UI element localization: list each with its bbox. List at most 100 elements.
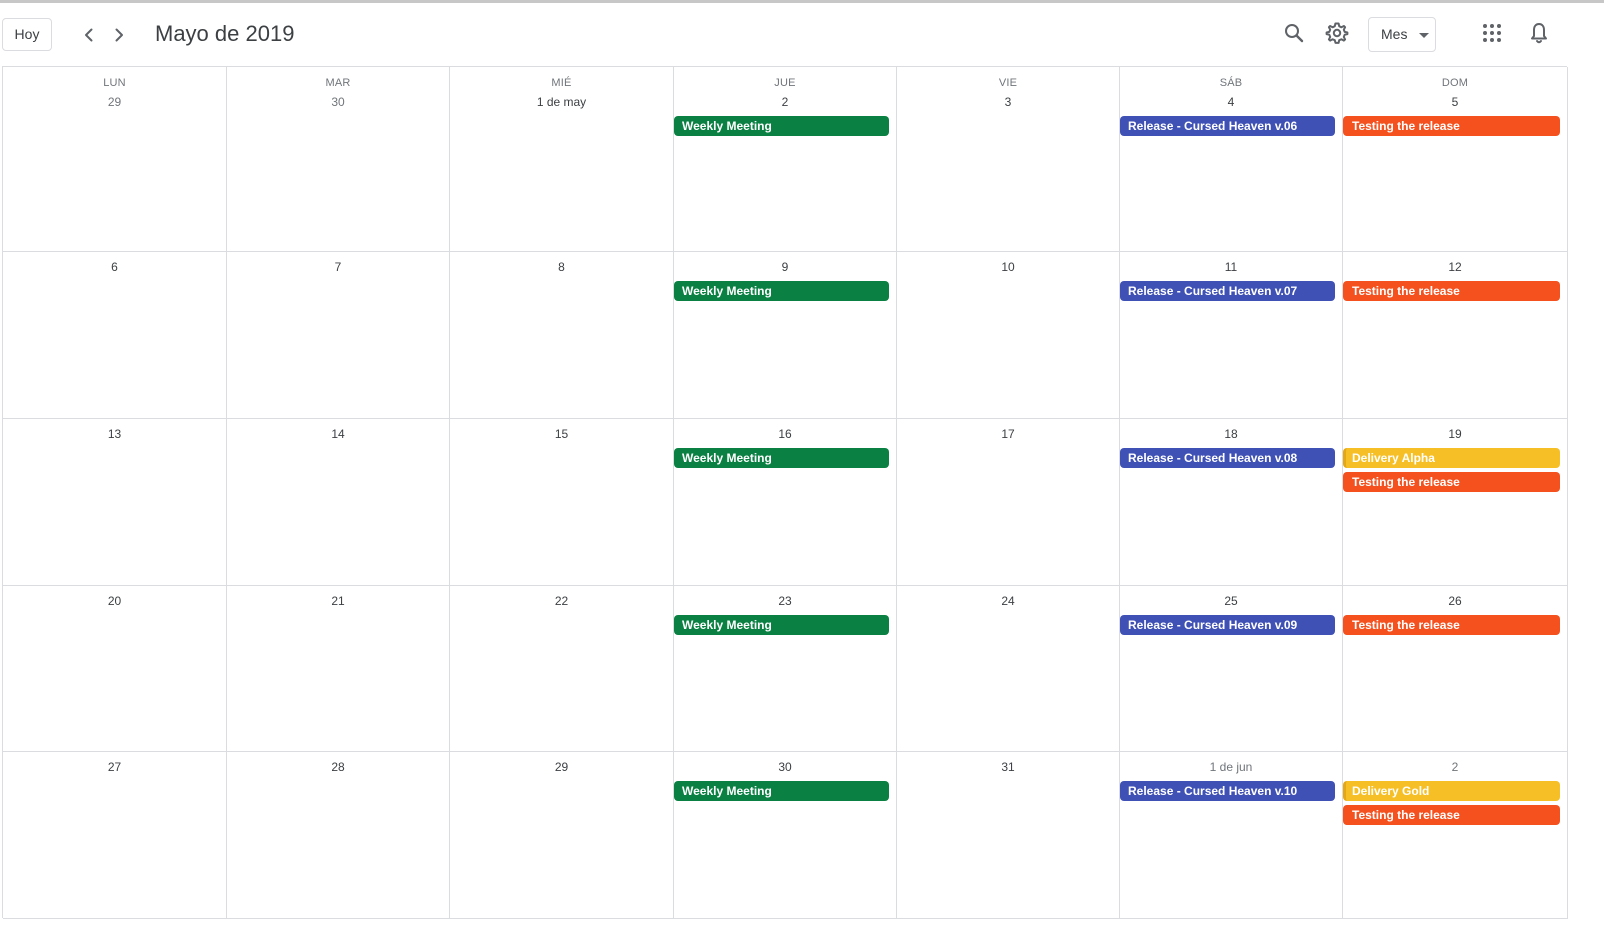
day-cell[interactable]: 22 xyxy=(450,586,674,752)
day-cell[interactable]: 14 xyxy=(227,419,450,586)
day-cell[interactable]: 26 Testing the release xyxy=(1343,586,1568,752)
calendar-event[interactable]: Weekly Meeting xyxy=(674,615,889,635)
day-number[interactable]: 23 xyxy=(674,594,896,608)
day-cell[interactable]: 28 xyxy=(227,752,450,919)
day-number[interactable]: 13 xyxy=(3,427,226,441)
calendar-event[interactable]: Testing the release xyxy=(1343,805,1560,825)
day-number[interactable]: 22 xyxy=(450,594,673,608)
day-number[interactable]: 1 de jun xyxy=(1120,760,1342,774)
day-number[interactable]: 30 xyxy=(674,760,896,774)
day-cell[interactable]: VIE 3 xyxy=(897,67,1120,252)
search-button[interactable] xyxy=(1282,21,1306,45)
day-number[interactable]: 19 xyxy=(1343,427,1567,441)
apps-button[interactable] xyxy=(1480,21,1504,45)
day-cell[interactable]: MIÉ 1 de may xyxy=(450,67,674,252)
day-cell[interactable]: 10 xyxy=(897,252,1120,419)
calendar-event[interactable]: Release - Cursed Heaven v.08 xyxy=(1120,448,1335,468)
day-number[interactable]: 20 xyxy=(3,594,226,608)
day-cell[interactable]: 24 xyxy=(897,586,1120,752)
day-number[interactable]: 14 xyxy=(227,427,449,441)
day-number[interactable]: 7 xyxy=(227,260,449,274)
weekday-header: MAR xyxy=(325,77,351,89)
calendar-event[interactable]: Delivery Alpha xyxy=(1343,448,1560,468)
day-number[interactable]: 29 xyxy=(3,95,226,109)
day-number[interactable]: 3 xyxy=(897,95,1119,109)
day-number[interactable]: 28 xyxy=(227,760,449,774)
day-cell[interactable]: 30 Weekly Meeting xyxy=(674,752,897,919)
day-cell[interactable]: 9 Weekly Meeting xyxy=(674,252,897,419)
day-cell[interactable]: MAR 30 xyxy=(227,67,450,252)
day-cell[interactable]: 23 Weekly Meeting xyxy=(674,586,897,752)
day-number[interactable]: 24 xyxy=(897,594,1119,608)
day-cell[interactable]: 2 Delivery Gold Testing the release xyxy=(1343,752,1568,919)
day-number[interactable]: 21 xyxy=(227,594,449,608)
calendar-event[interactable]: Delivery Gold xyxy=(1343,781,1560,801)
day-cell[interactable]: 20 xyxy=(3,586,227,752)
calendar-event[interactable]: Weekly Meeting xyxy=(674,448,889,468)
day-cell[interactable]: 12 Testing the release xyxy=(1343,252,1568,419)
day-cell[interactable]: 31 xyxy=(897,752,1120,919)
day-cell[interactable]: JUE 2 Weekly Meeting xyxy=(674,67,897,252)
day-cell[interactable]: 17 xyxy=(897,419,1120,586)
day-cell[interactable]: 13 xyxy=(3,419,227,586)
calendar-event[interactable]: Weekly Meeting xyxy=(674,781,889,801)
chevron-left-icon xyxy=(85,28,93,42)
view-selector[interactable]: Mes xyxy=(1368,17,1436,52)
day-cell[interactable]: 1 de jun Release - Cursed Heaven v.10 xyxy=(1120,752,1343,919)
day-cell[interactable]: 7 xyxy=(227,252,450,419)
day-cell[interactable]: 15 xyxy=(450,419,674,586)
week-row: 27 28 29 30 Weekly Meeting 31 1 de jun Release … xyxy=(3,752,1568,919)
calendar-event[interactable]: Testing the release xyxy=(1343,116,1560,136)
day-cell[interactable]: 16 Weekly Meeting xyxy=(674,419,897,586)
day-number[interactable]: 10 xyxy=(897,260,1119,274)
calendar-event[interactable]: Weekly Meeting xyxy=(674,116,889,136)
day-number[interactable]: 25 xyxy=(1120,594,1342,608)
day-number[interactable]: 11 xyxy=(1120,260,1342,274)
day-cell[interactable]: 19 Delivery Alpha Testing the release xyxy=(1343,419,1568,586)
day-cell[interactable]: DOM 5 Testing the release xyxy=(1343,67,1568,252)
day-number[interactable]: 27 xyxy=(3,760,226,774)
day-number[interactable]: 8 xyxy=(450,260,673,274)
day-cell[interactable]: 21 xyxy=(227,586,450,752)
calendar-event[interactable]: Weekly Meeting xyxy=(674,281,889,301)
day-number[interactable]: 29 xyxy=(450,760,673,774)
day-number[interactable]: 4 xyxy=(1120,95,1342,109)
today-button[interactable]: Hoy xyxy=(2,18,52,51)
day-number[interactable]: 6 xyxy=(3,260,226,274)
day-number[interactable]: 12 xyxy=(1343,260,1567,274)
day-number[interactable]: 26 xyxy=(1343,594,1567,608)
next-month-button[interactable] xyxy=(108,22,130,48)
calendar-event[interactable]: Testing the release xyxy=(1343,472,1560,492)
day-number[interactable]: 1 de may xyxy=(450,95,673,109)
day-number[interactable]: 2 xyxy=(1343,760,1567,774)
calendar-event[interactable]: Release - Cursed Heaven v.06 xyxy=(1120,116,1335,136)
day-cell[interactable]: 29 xyxy=(450,752,674,919)
day-cell[interactable]: 8 xyxy=(450,252,674,419)
day-cell[interactable]: 6 xyxy=(3,252,227,419)
calendar-event[interactable]: Release - Cursed Heaven v.07 xyxy=(1120,281,1335,301)
calendar-event[interactable]: Testing the release xyxy=(1343,281,1560,301)
day-number[interactable]: 18 xyxy=(1120,427,1342,441)
calendar-event[interactable]: Testing the release xyxy=(1343,615,1560,635)
day-cell[interactable]: 18 Release - Cursed Heaven v.08 xyxy=(1120,419,1343,586)
day-number[interactable]: 17 xyxy=(897,427,1119,441)
calendar-event[interactable]: Release - Cursed Heaven v.09 xyxy=(1120,615,1335,635)
day-number[interactable]: 9 xyxy=(674,260,896,274)
day-cell[interactable]: 11 Release - Cursed Heaven v.07 xyxy=(1120,252,1343,419)
day-number[interactable]: 16 xyxy=(674,427,896,441)
day-cell[interactable]: 25 Release - Cursed Heaven v.09 xyxy=(1120,586,1343,752)
day-cell[interactable]: 27 xyxy=(3,752,227,919)
day-number[interactable]: 31 xyxy=(897,760,1119,774)
notifications-button[interactable] xyxy=(1527,21,1551,45)
day-number[interactable]: 30 xyxy=(227,95,449,109)
day-number[interactable]: 5 xyxy=(1343,95,1567,109)
day-cell[interactable]: LUN 29 xyxy=(3,67,227,252)
day-cell[interactable]: SÁB 4 Release - Cursed Heaven v.06 xyxy=(1120,67,1343,252)
previous-month-button[interactable] xyxy=(78,22,100,48)
settings-button[interactable] xyxy=(1325,21,1349,45)
week-row: 6 7 8 9 Weekly Meeting 10 11 Release - Cursed H… xyxy=(3,252,1568,419)
day-number[interactable]: 15 xyxy=(450,427,673,441)
day-number[interactable]: 2 xyxy=(674,95,896,109)
calendar-event[interactable]: Release - Cursed Heaven v.10 xyxy=(1120,781,1335,801)
weekday-header: VIE xyxy=(998,77,1018,89)
